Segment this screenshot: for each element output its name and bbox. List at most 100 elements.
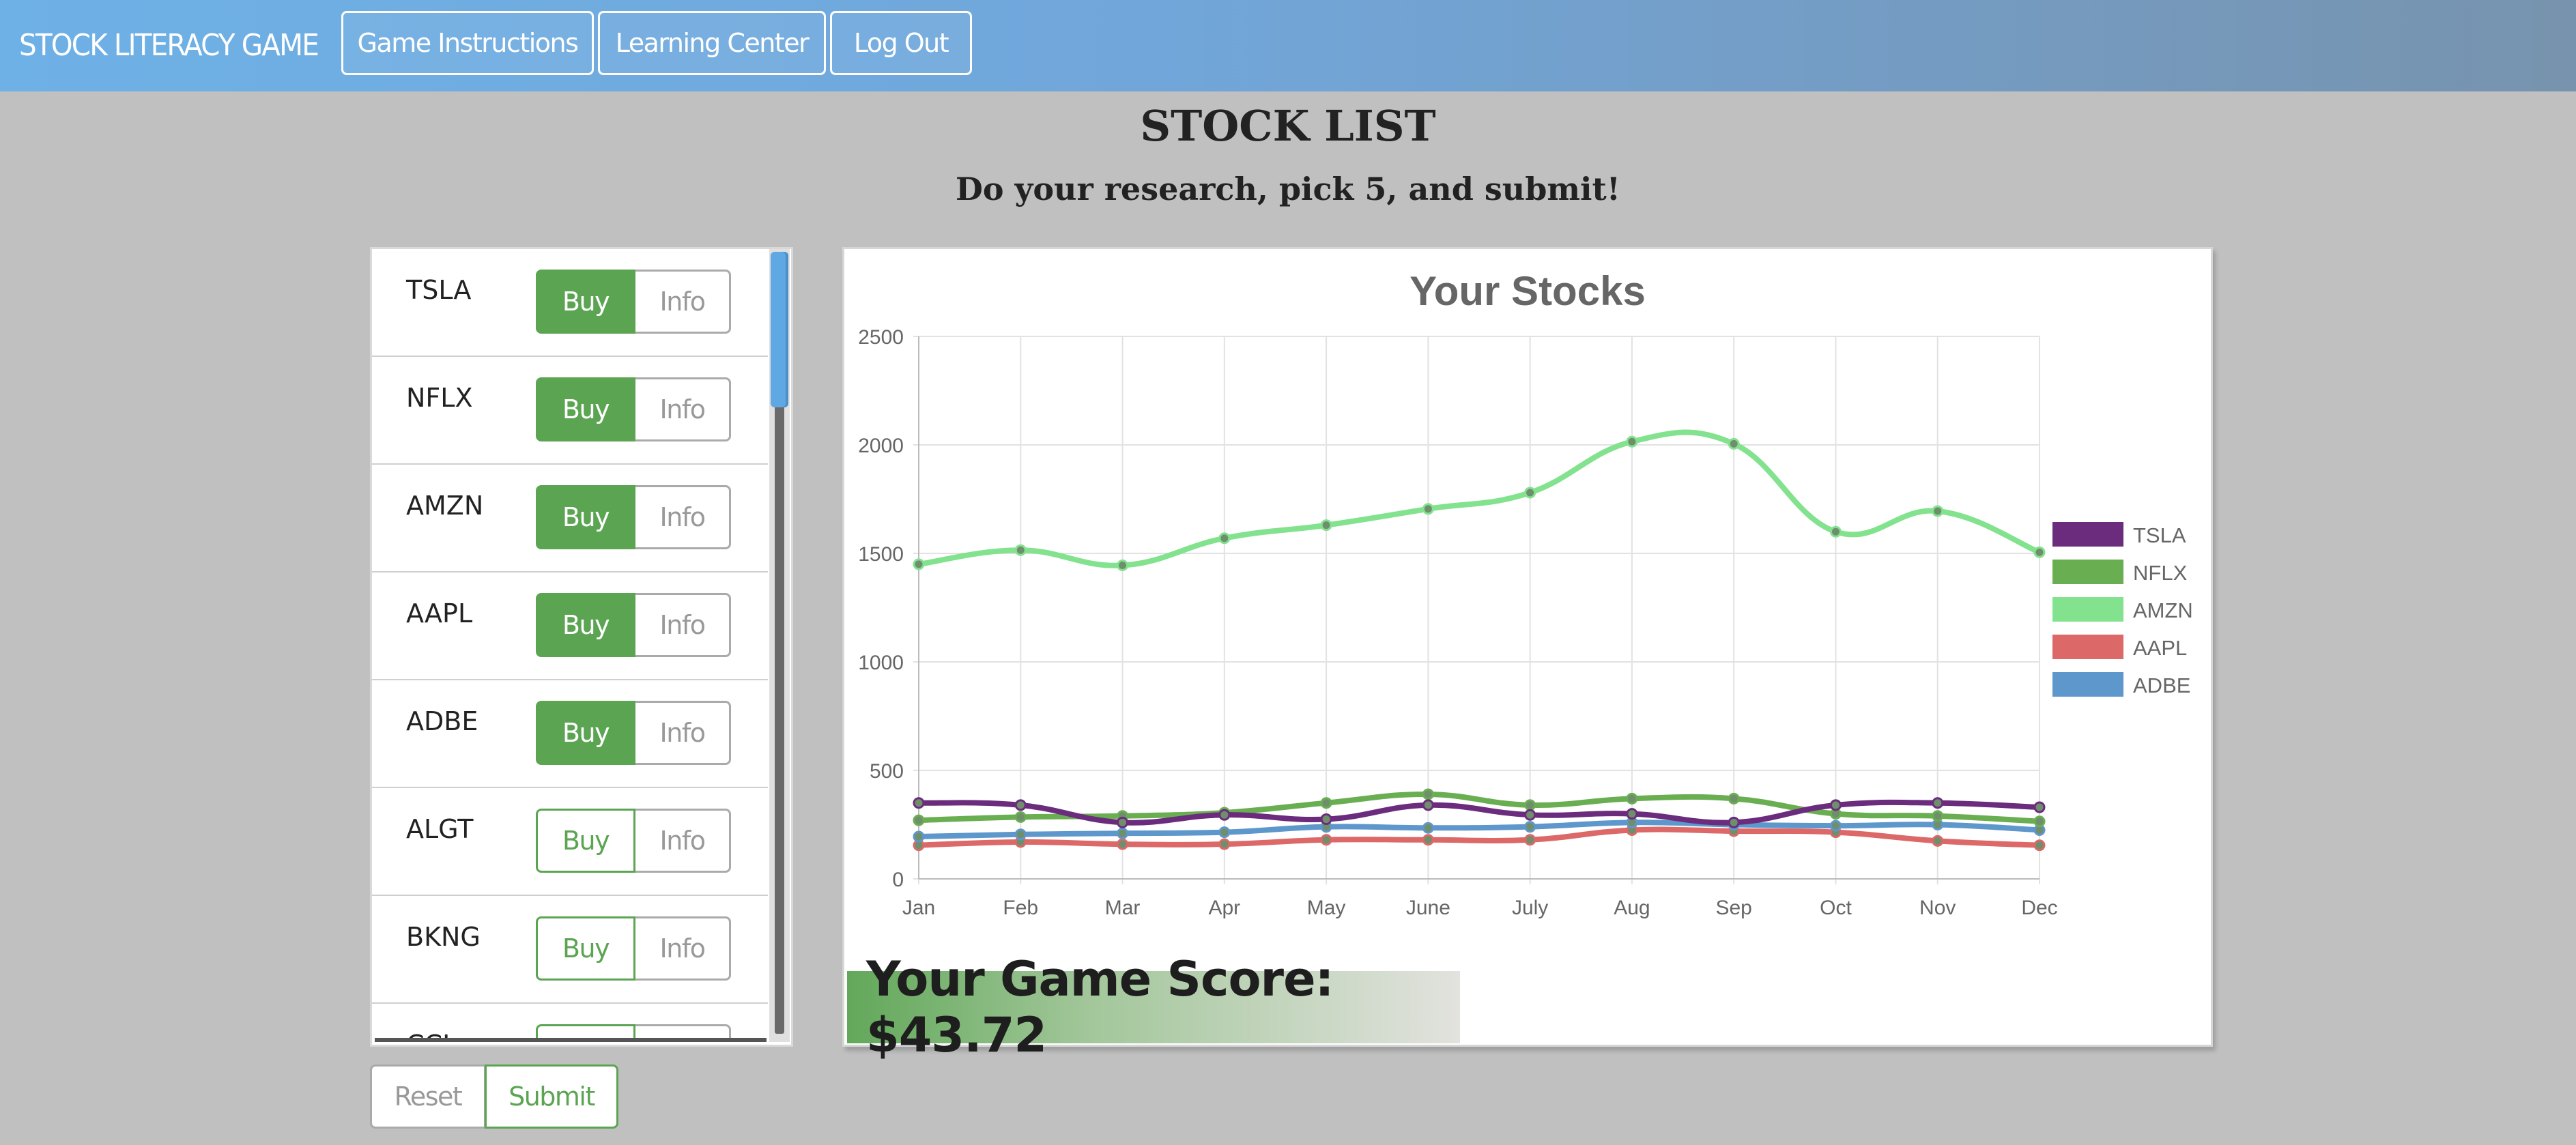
- data-point-tsla: [2033, 801, 2046, 813]
- stock-list-scrollbar[interactable]: [769, 249, 790, 1042]
- stock-ticker: NFLX: [406, 383, 473, 413]
- submit-button[interactable]: Submit: [485, 1064, 618, 1129]
- buy-button[interactable]: Buy: [536, 809, 635, 873]
- buy-button[interactable]: Buy: [536, 593, 635, 657]
- stock-row-bkng: BKNG Buy Info: [372, 896, 768, 1004]
- reset-button[interactable]: Reset: [370, 1064, 486, 1129]
- data-point-aapl: [1932, 835, 1944, 847]
- data-point-tsla: [1829, 799, 1842, 811]
- buy-button[interactable]: Buy: [536, 701, 635, 765]
- x-tick-label: Feb: [1003, 897, 1038, 919]
- info-button[interactable]: Info: [635, 377, 731, 441]
- data-point-nflx: [1014, 811, 1027, 823]
- x-tick-label: Sep: [1715, 897, 1751, 919]
- game-score: Your Game Score: $43.72: [866, 951, 1334, 1063]
- data-point-amzn: [2033, 546, 2046, 558]
- y-tick-label: 1500: [858, 543, 904, 566]
- data-point-adbe: [1829, 820, 1842, 832]
- stock-ticker: AMZN: [406, 491, 484, 521]
- data-point-nflx: [1626, 792, 1638, 805]
- stock-list: TSLA Buy Info NFLX Buy Info AMZN Buy Info AAPL Buy…: [372, 249, 768, 1041]
- stock-row-aapl: AAPL Buy Info: [372, 572, 768, 680]
- stock-ticker: TSLA: [406, 275, 472, 305]
- data-point-nflx: [1524, 799, 1536, 811]
- stock-ticker: AAPL: [406, 598, 473, 628]
- nav-learning-center-button[interactable]: Learning Center: [598, 11, 826, 75]
- info-button[interactable]: Info: [635, 916, 731, 981]
- stock-chart-card: Your Stocks Jan Feb Mar Apr May June July Aug Sep…: [842, 247, 2213, 1063]
- scrollbar-thumb[interactable]: [771, 252, 788, 407]
- stock-row-adbe: ADBE Buy Info: [372, 680, 768, 788]
- stock-row-nflx: NFLX Buy Info: [372, 357, 768, 465]
- y-tick-label: 2500: [858, 326, 904, 349]
- data-point-tsla: [1524, 809, 1536, 821]
- legend-swatch-amzn: [2052, 597, 2123, 622]
- data-point-amzn: [1626, 435, 1638, 448]
- info-button[interactable]: Info: [635, 485, 731, 549]
- buy-button[interactable]: Buy: [536, 485, 635, 549]
- data-point-tsla: [913, 797, 925, 809]
- stock-button-group: BuyInfo: [536, 593, 731, 657]
- data-point-nflx: [2033, 815, 2046, 828]
- data-point-tsla: [1932, 797, 1944, 809]
- series-line-tsla: [918, 799, 2040, 826]
- brand-logo[interactable]: STOCK LITERACY GAME: [19, 0, 319, 91]
- stock-button-group: BuyInfo: [536, 270, 731, 334]
- data-point-amzn: [1932, 505, 1944, 517]
- info-button[interactable]: Info: [635, 593, 731, 657]
- stock-button-group: BuyInfo: [536, 377, 731, 441]
- buy-button[interactable]: Buy: [536, 916, 635, 981]
- buy-button[interactable]: Buy: [536, 377, 635, 441]
- data-point-tsla: [1728, 816, 1740, 828]
- data-point-nflx: [1728, 792, 1740, 805]
- data-point-amzn: [1524, 487, 1536, 499]
- stock-button-group: BuyInfo: [536, 701, 731, 765]
- x-tick-label: May: [1307, 897, 1346, 919]
- legend-swatch-tsla: [2052, 522, 2123, 547]
- legend-label-amzn: AMZN: [2133, 598, 2193, 622]
- data-point-amzn: [1014, 544, 1027, 556]
- legend-swatch-adbe: [2052, 672, 2123, 697]
- stock-button-group: BuyInfo: [536, 916, 731, 981]
- stock-row-amzn: AMZN Buy Info: [372, 465, 768, 572]
- data-point-nflx: [1932, 810, 1944, 822]
- data-point-adbe: [1422, 822, 1434, 834]
- y-tick-label: 0: [892, 869, 904, 891]
- data-point-tsla: [1014, 799, 1027, 811]
- buy-button[interactable]: Buy: [536, 270, 635, 334]
- y-tick-label: 1000: [858, 652, 904, 674]
- data-point-tsla: [1320, 813, 1332, 826]
- data-point-adbe: [1117, 827, 1129, 839]
- data-point-adbe: [913, 830, 925, 843]
- stock-button-group: BuyInfo: [536, 485, 731, 549]
- nav-game-instructions-button[interactable]: Game Instructions: [341, 11, 594, 75]
- navbar: STOCK LITERACY GAME Game Instructions Le…: [0, 0, 2576, 91]
- data-point-adbe: [1524, 821, 1536, 833]
- data-point-nflx: [1320, 797, 1332, 809]
- stock-row-tsla: TSLA Buy Info: [372, 249, 768, 357]
- stock-list-panel: TSLA Buy Info NFLX Buy Info AMZN Buy Info AAPL Buy…: [370, 247, 793, 1047]
- data-point-aapl: [2033, 839, 2046, 852]
- series-line-amzn: [918, 429, 2041, 568]
- data-point-aapl: [1117, 838, 1129, 850]
- x-tick-label: Mar: [1105, 897, 1141, 919]
- data-point-aapl: [1218, 838, 1231, 850]
- page-title: STOCK LIST: [1140, 101, 1436, 151]
- data-point-amzn: [1728, 437, 1740, 450]
- legend-swatch-nflx: [2052, 560, 2123, 584]
- y-tick-label: 500: [870, 760, 904, 783]
- info-button[interactable]: Info: [635, 809, 731, 873]
- nav-log-out-button[interactable]: Log Out: [830, 11, 972, 75]
- data-point-tsla: [1422, 799, 1434, 811]
- stock-ticker: BKNG: [406, 922, 481, 952]
- list-divider: [375, 1038, 767, 1042]
- info-button[interactable]: Info: [635, 701, 731, 765]
- info-button[interactable]: Info: [635, 270, 731, 334]
- legend-label-adbe: ADBE: [2133, 673, 2190, 697]
- stock-row-ccl: CCLBuyInfo: [372, 1004, 768, 1041]
- data-point-amzn: [1422, 503, 1434, 515]
- x-tick-label: Oct: [1820, 897, 1852, 919]
- x-tick-label: Aug: [1614, 897, 1650, 919]
- stock-ticker: ALGT: [406, 814, 474, 844]
- stock-line-chart: Your Stocks Jan Feb Mar Apr May June July Aug Sep…: [858, 268, 2193, 919]
